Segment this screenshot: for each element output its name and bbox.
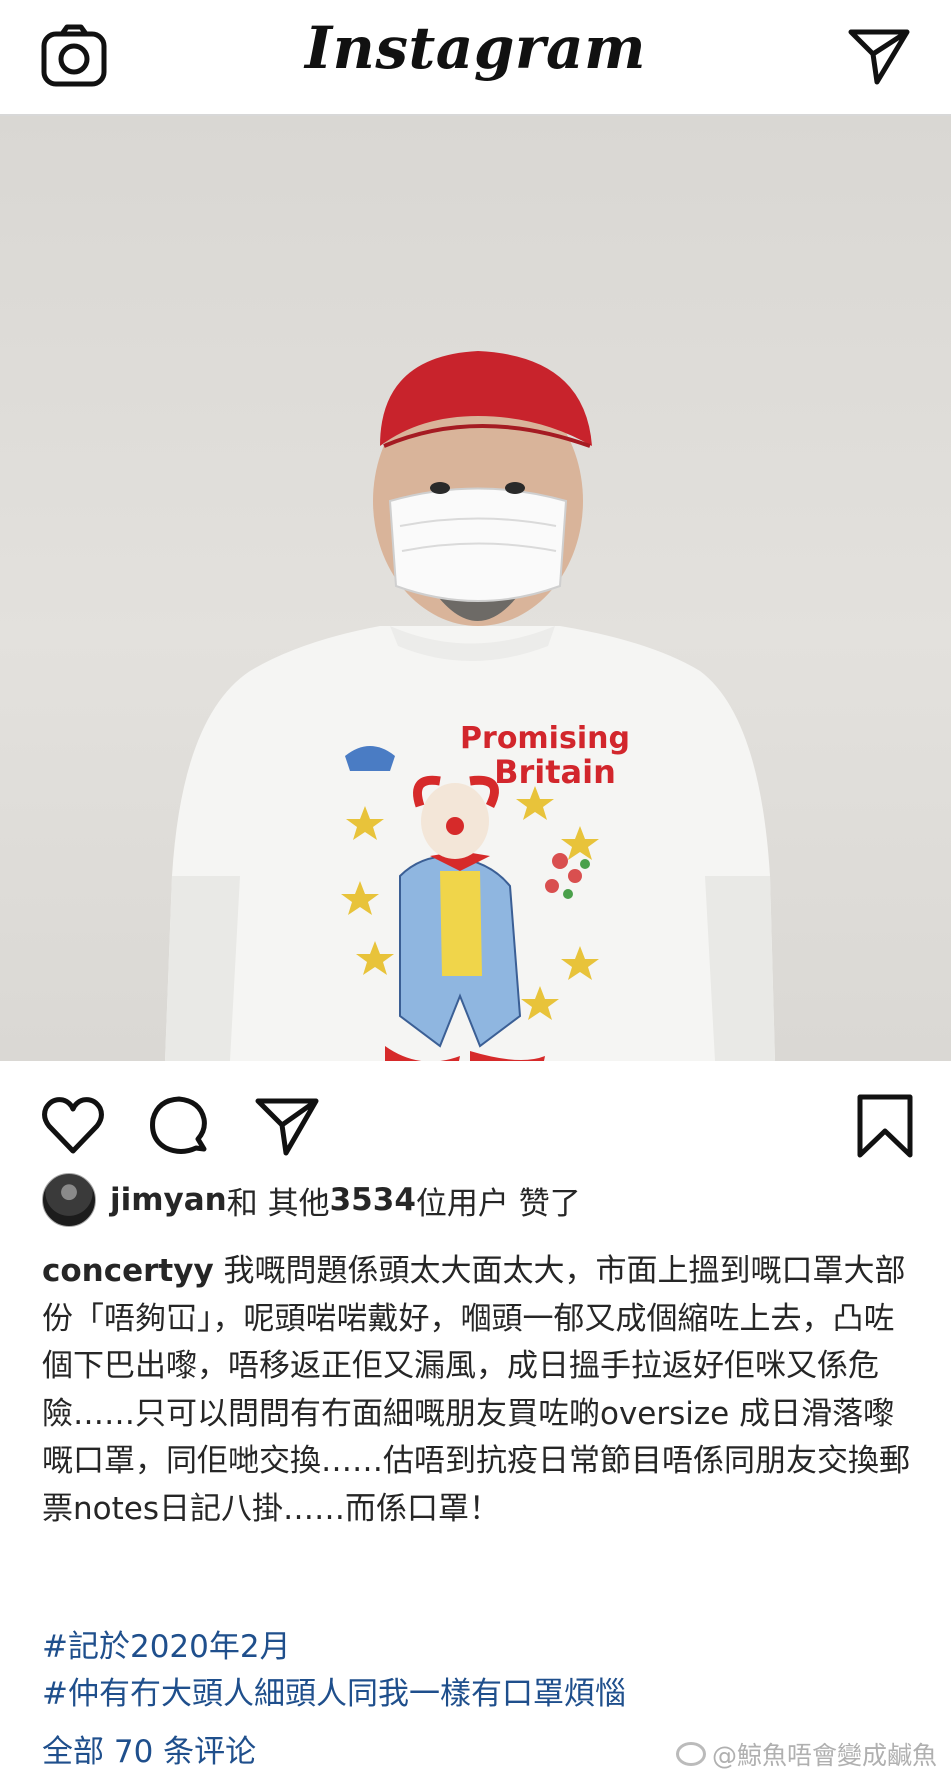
post-caption: concertyy 我嘅問題係頭太大面太大，市面上搵到嘅口罩大部份「唔夠冚」，呢… — [42, 1248, 912, 1533]
app-logo: Instagram — [305, 14, 646, 82]
hashtags: #記於2020年2月 #仲有冇大頭人細頭人同我一樣有口罩煩惱 — [42, 1624, 626, 1718]
svg-text:Promising: Promising — [460, 721, 630, 756]
comment-icon[interactable] — [146, 1093, 212, 1159]
svg-text:Britain: Britain — [494, 753, 616, 791]
hashtag[interactable]: #記於2020年2月 — [42, 1624, 626, 1671]
likes-text-middle: 和 其他 — [226, 1185, 330, 1222]
bookmark-icon[interactable] — [852, 1093, 918, 1159]
watermark-text: @鯨魚唔會變成鹹魚 — [711, 1741, 937, 1770]
caption-text: 我嘅問題係頭太大面太大，市面上搵到嘅口罩大部份「唔夠冚」，呢頭啱啱戴好，嗰頭一郁… — [42, 1253, 910, 1527]
watermark: @鯨魚唔會變成鹹魚 — [675, 1736, 937, 1772]
heart-icon[interactable] — [40, 1093, 106, 1159]
post-actions — [0, 1061, 951, 1181]
post-image[interactable]: Promising Britain — [0, 116, 951, 1061]
hashtag[interactable]: #仲有冇大頭人細頭人同我一樣有口罩煩惱 — [42, 1671, 626, 1718]
liker-username[interactable]: jimyan — [110, 1182, 227, 1218]
top-bar: Instagram — [0, 0, 951, 116]
likes-summary[interactable]: jimyan 和 其他 3534 位用户 赞了 — [42, 1172, 581, 1228]
weibo-icon — [675, 1742, 706, 1766]
likes-count[interactable]: 3534 — [330, 1182, 416, 1218]
post-photo-illustration: Promising Britain — [165, 351, 775, 1061]
caption-username[interactable]: concertyy — [42, 1253, 214, 1289]
direct-message-icon[interactable] — [847, 24, 911, 88]
likes-text-suffix: 位用户 赞了 — [415, 1185, 581, 1222]
share-icon[interactable] — [254, 1093, 320, 1159]
avatar[interactable] — [42, 1173, 96, 1227]
view-all-comments-link[interactable]: 全部 70 条评论 — [42, 1726, 256, 1771]
